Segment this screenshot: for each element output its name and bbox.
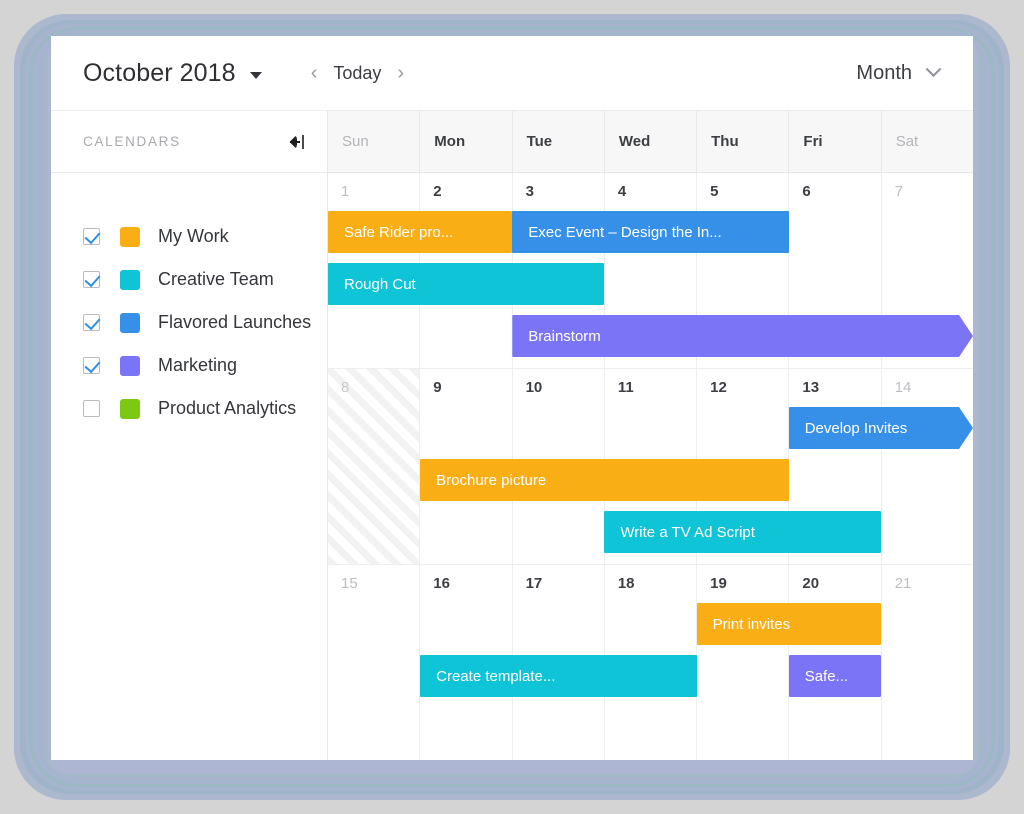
weekday-header-thu: Thu: [697, 111, 790, 172]
sidebar: CALENDARS My Work Creative Team Flavored L…: [51, 111, 328, 760]
calendar-name: Marketing: [158, 355, 238, 375]
week-rows: 1 2 3 4 5 6 7 Safe Rider pro... Exec Event – Des…: [328, 173, 973, 760]
calendar-event[interactable]: Safe...: [788, 655, 881, 697]
calendar-name: My Work: [158, 226, 229, 246]
calendar-event[interactable]: Brainstorm: [512, 315, 973, 357]
calendar-grid: Sun Mon Tue Wed Thu Fri Sat 1 2 3 4 5 6 7 Safe Rider …: [328, 111, 973, 760]
today-button[interactable]: Today: [329, 61, 385, 86]
week-row: 1 2 3 4 5 6 7 Safe Rider pro... Exec Event – Des…: [328, 173, 973, 369]
calendar-color-swatch: [120, 312, 140, 333]
toolbar: October 2018 ‹ Today › Month: [51, 36, 973, 111]
day-number: 16: [433, 575, 450, 592]
calendar-list-item[interactable]: Product Analytics: [51, 387, 327, 430]
day-number: 19: [710, 575, 727, 592]
weekday-header-fri: Fri: [789, 111, 882, 172]
day-number: 1: [341, 183, 350, 200]
main-body: CALENDARS My Work Creative Team Flavored L…: [51, 111, 973, 760]
day-cell-blocked[interactable]: 8: [328, 369, 421, 564]
calendar-checkbox[interactable]: [83, 228, 100, 245]
calendar-event[interactable]: Print invites: [696, 603, 881, 645]
calendar-color-swatch: [120, 398, 140, 419]
view-mode-label: Month: [856, 61, 912, 84]
day-number: 2: [433, 183, 442, 200]
calendar-event[interactable]: Create template...: [420, 655, 697, 697]
page-title: October 2018: [83, 58, 236, 87]
weekday-header-wed: Wed: [605, 111, 698, 172]
calendar-color-swatch: [120, 355, 140, 376]
calendar-checkbox[interactable]: [83, 357, 100, 374]
weekday-header-mon: Mon: [420, 111, 513, 172]
chevron-down-icon: [249, 71, 262, 79]
day-cell[interactable]: 14: [882, 369, 973, 564]
weekday-header-sat: Sat: [895, 133, 919, 150]
day-number: 14: [894, 379, 912, 396]
sidebar-title: CALENDARS: [83, 134, 181, 149]
calendar-event[interactable]: Rough Cut: [328, 263, 605, 305]
calendar-event[interactable]: Develop Invites: [789, 407, 973, 449]
week-row: 8 9 10 11 12 13 14 Develop Invites Brochure pict…: [328, 369, 973, 565]
weekday-header-row: Sun Mon Tue Wed Thu Fri Sat: [328, 111, 973, 173]
day-number: 3: [525, 183, 534, 200]
day-number: 7: [894, 183, 904, 200]
calendar-list-item[interactable]: Marketing: [51, 344, 327, 387]
chevron-down-icon: [925, 60, 942, 77]
day-cell[interactable]: 15: [328, 565, 421, 760]
day-number: 18: [617, 575, 635, 592]
day-number: 11: [617, 379, 634, 396]
view-mode-select[interactable]: Month: [856, 60, 943, 85]
prev-period-button[interactable]: ‹: [302, 61, 327, 85]
day-number: 21: [894, 575, 912, 592]
calendar-event[interactable]: Write a TV Ad Script: [604, 511, 881, 553]
calendar-event[interactable]: Brochure picture: [420, 459, 789, 501]
day-number: 17: [525, 575, 543, 592]
calendar-list-item[interactable]: Flavored Launches: [51, 301, 327, 344]
next-period-button[interactable]: ›: [388, 61, 413, 85]
calendar-checkbox[interactable]: [83, 271, 100, 288]
calendar-checkbox[interactable]: [83, 400, 100, 417]
week-row: 15 16 17 18 19 20 21 Print invites Create templa…: [328, 565, 973, 760]
calendar-color-swatch: [120, 226, 140, 247]
date-nav: ‹ Today ›: [302, 61, 413, 86]
calendar-event[interactable]: Exec Event – Design the In...: [512, 211, 789, 253]
day-number: 6: [802, 183, 811, 200]
weekday-header-tue: Tue: [513, 111, 605, 172]
collapse-panel-icon[interactable]: [287, 130, 313, 154]
calendar-name: Flavored Launches: [158, 312, 312, 332]
calendar-color-swatch: [120, 269, 140, 290]
day-number: 8: [341, 379, 350, 396]
day-number: 12: [710, 379, 727, 396]
calendar-list-item[interactable]: My Work: [51, 215, 327, 258]
calendar-checkbox[interactable]: [83, 314, 100, 331]
day-number: 10: [525, 379, 543, 396]
calendar-name: Creative Team: [158, 269, 274, 289]
calendar-event[interactable]: Safe Rider pro...: [328, 211, 513, 253]
day-number: 20: [802, 575, 820, 592]
sidebar-header: CALENDARS: [51, 111, 327, 173]
weekday-header-sun: Sun: [328, 111, 421, 172]
day-number: 9: [433, 379, 442, 396]
day-number: 5: [710, 183, 719, 200]
day-number: 4: [617, 183, 627, 200]
day-cell[interactable]: 19: [697, 565, 790, 760]
calendar-list: My Work Creative Team Flavored Launches Mar…: [51, 173, 327, 430]
day-cell[interactable]: 21: [882, 565, 973, 760]
calendar-name: Product Analytics: [158, 398, 297, 418]
calendar-window: October 2018 ‹ Today › Month CALENDARS M…: [51, 36, 973, 760]
day-number: 13: [802, 379, 820, 396]
calendar-list-item[interactable]: Creative Team: [51, 258, 327, 301]
day-number: 15: [341, 575, 358, 592]
month-picker[interactable]: October 2018: [83, 59, 262, 88]
app-stage: October 2018 ‹ Today › Month CALENDARS M…: [0, 0, 1024, 814]
